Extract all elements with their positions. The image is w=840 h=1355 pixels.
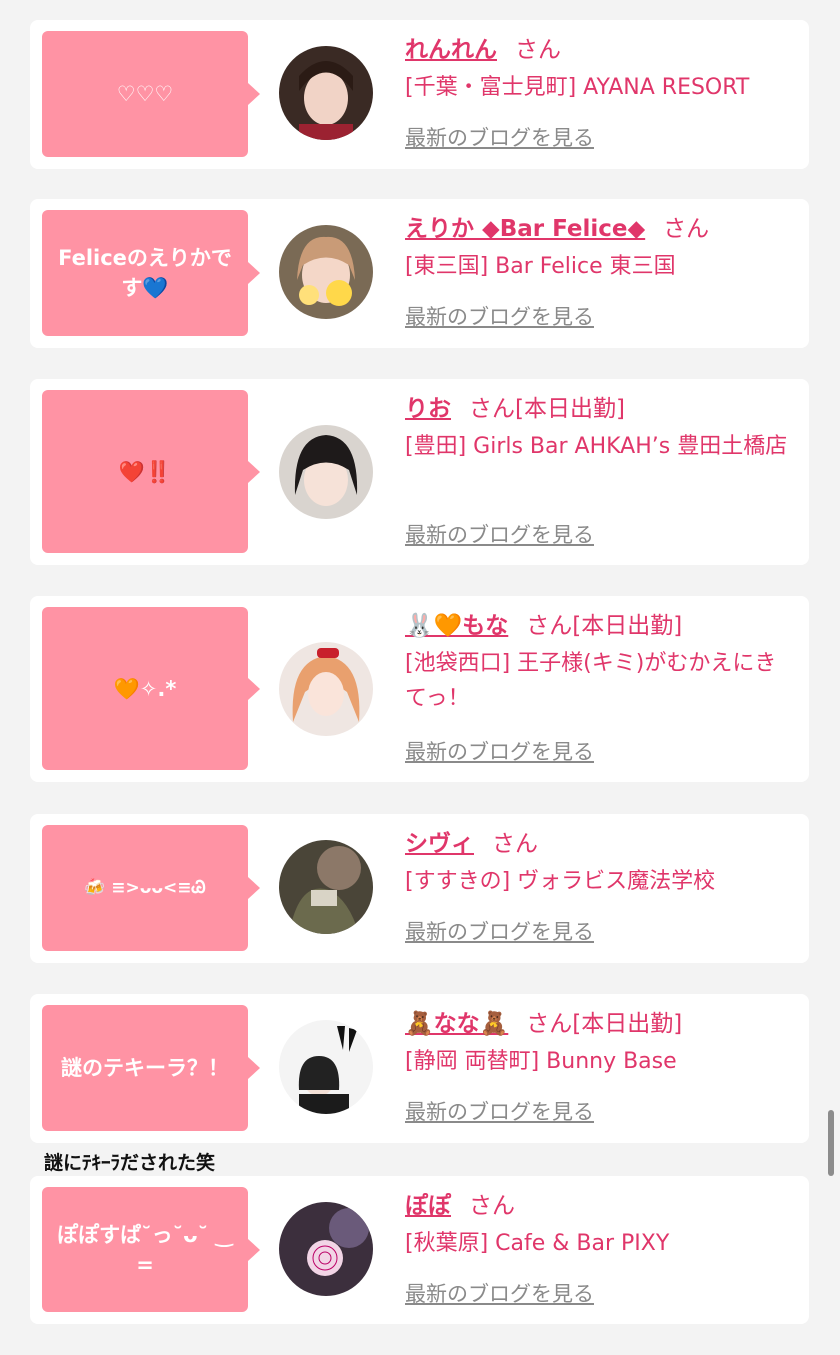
photo-caption: 謎にﾃｷｰﾗだされた笑 xyxy=(44,1152,216,1174)
avatar-photo xyxy=(279,425,373,519)
avatar-photo xyxy=(279,46,373,140)
name-line: シヴィ さん xyxy=(405,828,791,860)
avatar[interactable] xyxy=(279,1202,373,1296)
message-bubble: 謎のテキーラ？！ xyxy=(42,1005,260,1131)
shop-name: [静岡 両替町] Bunny Base xyxy=(405,1049,677,1074)
avatar[interactable] xyxy=(279,46,373,140)
cast-card: 🍻 ≡>ᴗᴗ<≡Ꮚ シヴィ さん [すすきの] ヴォラビス魔法学校 最新のブログを… xyxy=(30,814,809,963)
name-line: ぽぽ さん xyxy=(405,1190,791,1222)
message-text: 🧡✧.* xyxy=(113,676,177,701)
honorific: さん xyxy=(515,37,561,63)
shop-name: [すすきの] ヴォラビス魔法学校 xyxy=(405,869,716,894)
name-line: りお さん[本日出勤] xyxy=(405,393,791,425)
avatar-photo xyxy=(279,1202,373,1296)
avatar[interactable] xyxy=(279,1020,373,1114)
cast-name-link[interactable]: ぽぽ xyxy=(405,1193,451,1219)
latest-blog-link[interactable]: 最新のブログを見る xyxy=(405,738,594,766)
message-text: 謎のテキーラ？！ xyxy=(61,1056,229,1080)
latest-blog-link[interactable]: 最新のブログを見る xyxy=(405,918,594,946)
avatar-photo xyxy=(279,642,373,736)
latest-blog-link[interactable]: 最新のブログを見る xyxy=(405,124,594,152)
message-text: ぽぽすぱ˘っ˘ᴗ˘ ‿ = xyxy=(57,1222,233,1277)
cast-name-link[interactable]: シヴィ xyxy=(405,831,474,857)
message-text: ♡♡♡ xyxy=(116,82,174,106)
honorific: さん xyxy=(469,1193,515,1219)
avatar-photo xyxy=(279,225,373,319)
avatar-photo xyxy=(279,1020,373,1114)
name-line: 🐰🧡もな さん[本日出勤] xyxy=(405,610,791,642)
status-badge: [本日出勤] xyxy=(572,1011,683,1037)
message-text: ❤️‼️ xyxy=(118,459,172,484)
shop-name: [東三国] Bar Felice 東三国 xyxy=(405,254,676,279)
honorific: さん xyxy=(492,831,538,857)
name-line: えりか ◆Bar Felice◆ さん xyxy=(405,213,791,245)
status-badge: [本日出勤] xyxy=(515,396,625,422)
cast-name-link[interactable]: 🧸なな🧸 xyxy=(405,1011,508,1037)
cast-card: ❤️‼️ りお さん[本日出勤] [豊田] Girls Bar AHKAH’s 豊… xyxy=(30,379,809,565)
latest-blog-link[interactable]: 最新のブログを見る xyxy=(405,303,594,331)
latest-blog-link[interactable]: 最新のブログを見る xyxy=(405,521,594,549)
name-line: れんれん さん xyxy=(405,34,791,66)
cast-name-link[interactable]: りお xyxy=(405,396,451,422)
cast-card: Feliceのえりかです💙 えりか ◆Bar Felice◆ さん [東三国] B… xyxy=(30,199,809,348)
name-line: 🧸なな🧸 さん[本日出勤] xyxy=(405,1008,791,1040)
avatar-photo xyxy=(279,840,373,934)
shop-name: [秋葉原] Cafe & Bar PIXY xyxy=(405,1231,670,1256)
honorific: さん xyxy=(526,1011,573,1037)
latest-blog-link[interactable]: 最新のブログを見る xyxy=(405,1098,594,1126)
cast-name-link[interactable]: えりか ◆Bar Felice◆ xyxy=(405,216,645,242)
honorific: さん xyxy=(469,396,515,422)
cast-card: ぽぽすぱ˘っ˘ᴗ˘ ‿ = ぽぽ さん [秋葉原] Cafe & Bar PIXY… xyxy=(30,1176,809,1324)
message-bubble: ぽぽすぱ˘っ˘ᴗ˘ ‿ = xyxy=(42,1187,260,1312)
latest-blog-link[interactable]: 最新のブログを見る xyxy=(405,1280,594,1308)
message-text: Feliceのえりかです💙 xyxy=(58,246,232,300)
cast-card: ♡♡♡ れんれん さん [千葉・富士見町] AYANA RESORT 最新のブログ… xyxy=(30,20,809,169)
cast-card: 謎のテキーラ？！ 🧸なな🧸 さん[本日出勤] [静岡 両替町] Bunny Bas… xyxy=(30,994,809,1143)
avatar[interactable] xyxy=(279,840,373,934)
avatar[interactable] xyxy=(279,225,373,319)
status-badge: [本日出勤] xyxy=(572,613,683,639)
message-bubble: Feliceのえりかです💙 xyxy=(42,210,260,336)
honorific: さん xyxy=(663,216,710,242)
shop-name: [千葉・富士見町] AYANA RESORT xyxy=(405,75,750,100)
avatar[interactable] xyxy=(279,642,373,736)
shop-name: [豊田] Girls Bar AHKAH’s 豊田土橋店 xyxy=(405,434,788,459)
message-bubble: 🍻 ≡>ᴗᴗ<≡Ꮚ xyxy=(42,825,260,951)
shop-name: [池袋西口] 王子様(キミ)がむかえにきてっ！ xyxy=(405,651,777,711)
cast-name-link[interactable]: れんれん xyxy=(405,37,497,63)
message-text: 🍻 ≡>ᴗᴗ<≡Ꮚ xyxy=(84,878,206,898)
honorific: さん xyxy=(526,613,573,639)
message-bubble: 🧡✧.* xyxy=(42,607,260,770)
cast-card: 🧡✧.* 🐰🧡もな さん[本日出勤] [池袋西口] 王子様(キミ)がむかえにきてっ… xyxy=(30,596,809,782)
scrollbar[interactable] xyxy=(828,1110,834,1176)
message-bubble: ❤️‼️ xyxy=(42,390,260,553)
cast-name-link[interactable]: 🐰🧡もな xyxy=(405,613,508,639)
message-bubble: ♡♡♡ xyxy=(42,31,260,157)
avatar[interactable] xyxy=(279,425,373,519)
